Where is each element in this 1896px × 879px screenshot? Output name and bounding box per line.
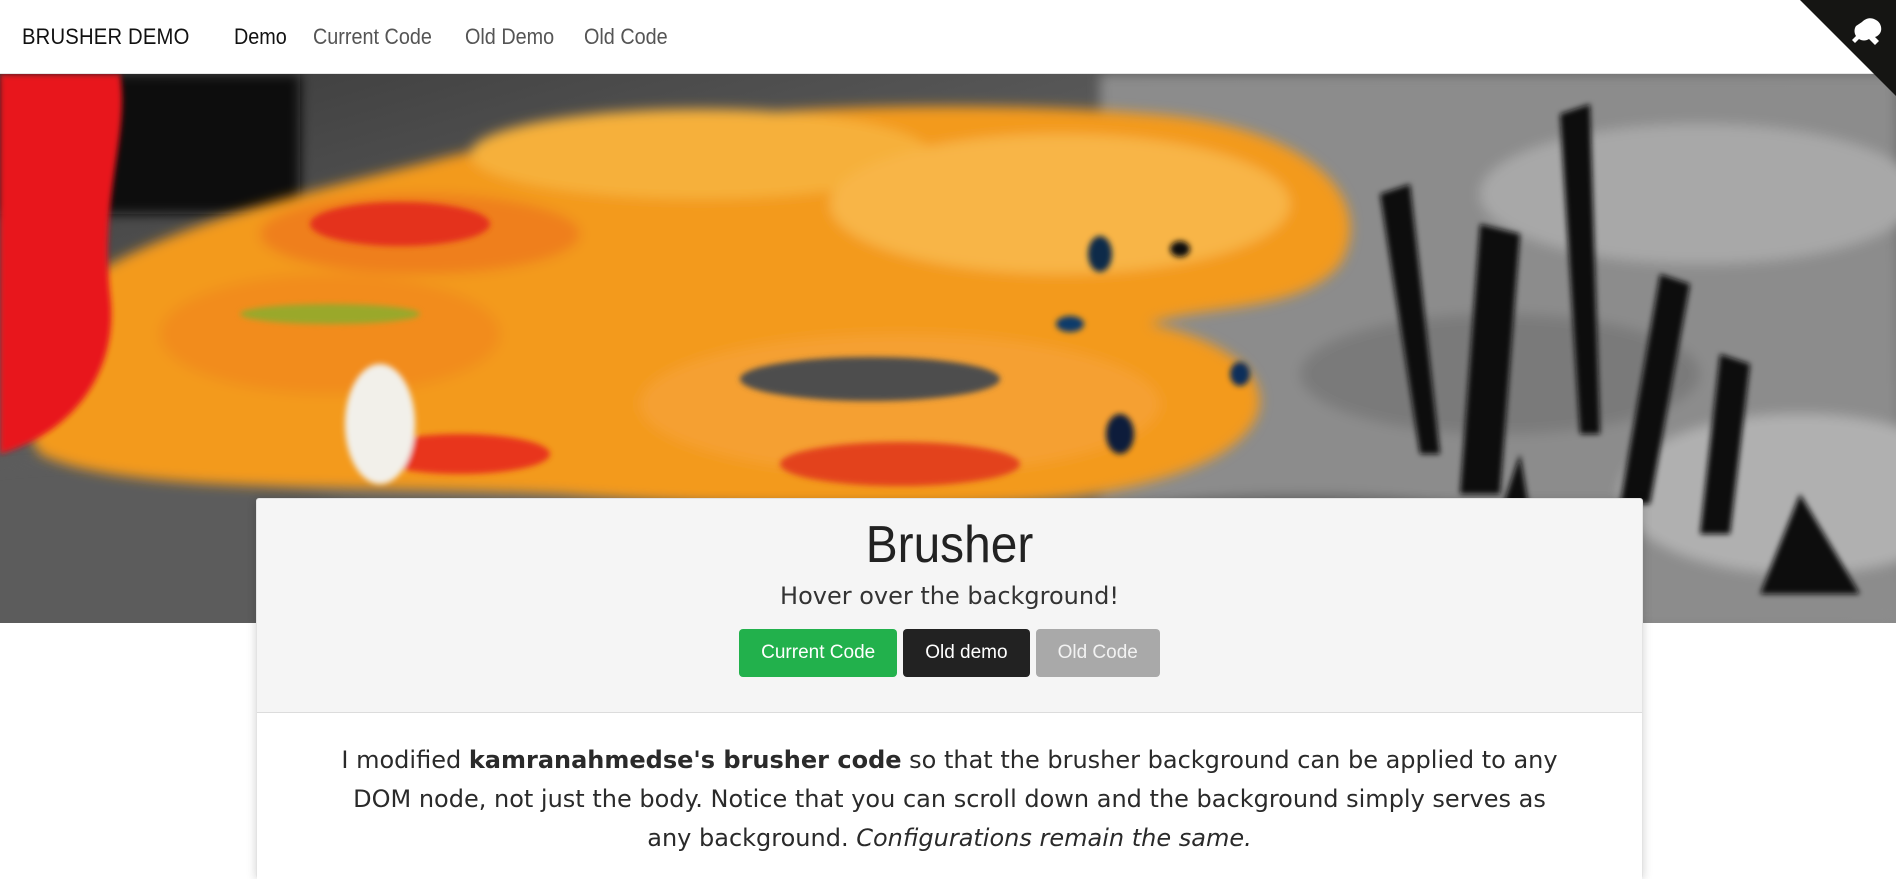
nav-link-old-demo[interactable]: Old Demo [465,24,554,50]
description: I modified kamranahmedse's brusher code … [257,713,1642,879]
nav-link-old-code[interactable]: Old Code [584,24,668,50]
intro-panel: Brusher Hover over the background! Curre… [256,498,1643,879]
nav-link-current-code[interactable]: Current Code [313,24,432,50]
brand-link[interactable]: BRUSHER DEMO [22,24,190,50]
nav-links: Demo Current Code Old Demo Old Code [214,24,677,50]
description-text-pre: I modified [341,746,469,774]
panel-header: Brusher Hover over the background! Curre… [257,499,1642,713]
button-group: Current Code Old demo Old Code [257,629,1642,677]
nav-link-demo[interactable]: Demo [234,24,287,50]
old-code-button[interactable]: Old Code [1035,629,1160,677]
description-italic: Configurations remain the same. [856,824,1252,852]
top-navbar: BRUSHER DEMO Demo Current Code Old Demo … [0,0,1896,74]
page-subtitle: Hover over the background! [780,582,1119,610]
old-demo-button[interactable]: Old demo [903,629,1030,677]
current-code-button[interactable]: Current Code [739,629,898,677]
description-bold-link: kamranahmedse's brusher code [468,746,902,774]
github-octocat-icon[interactable] [1800,0,1896,96]
page-title: Brusher [865,516,1034,574]
